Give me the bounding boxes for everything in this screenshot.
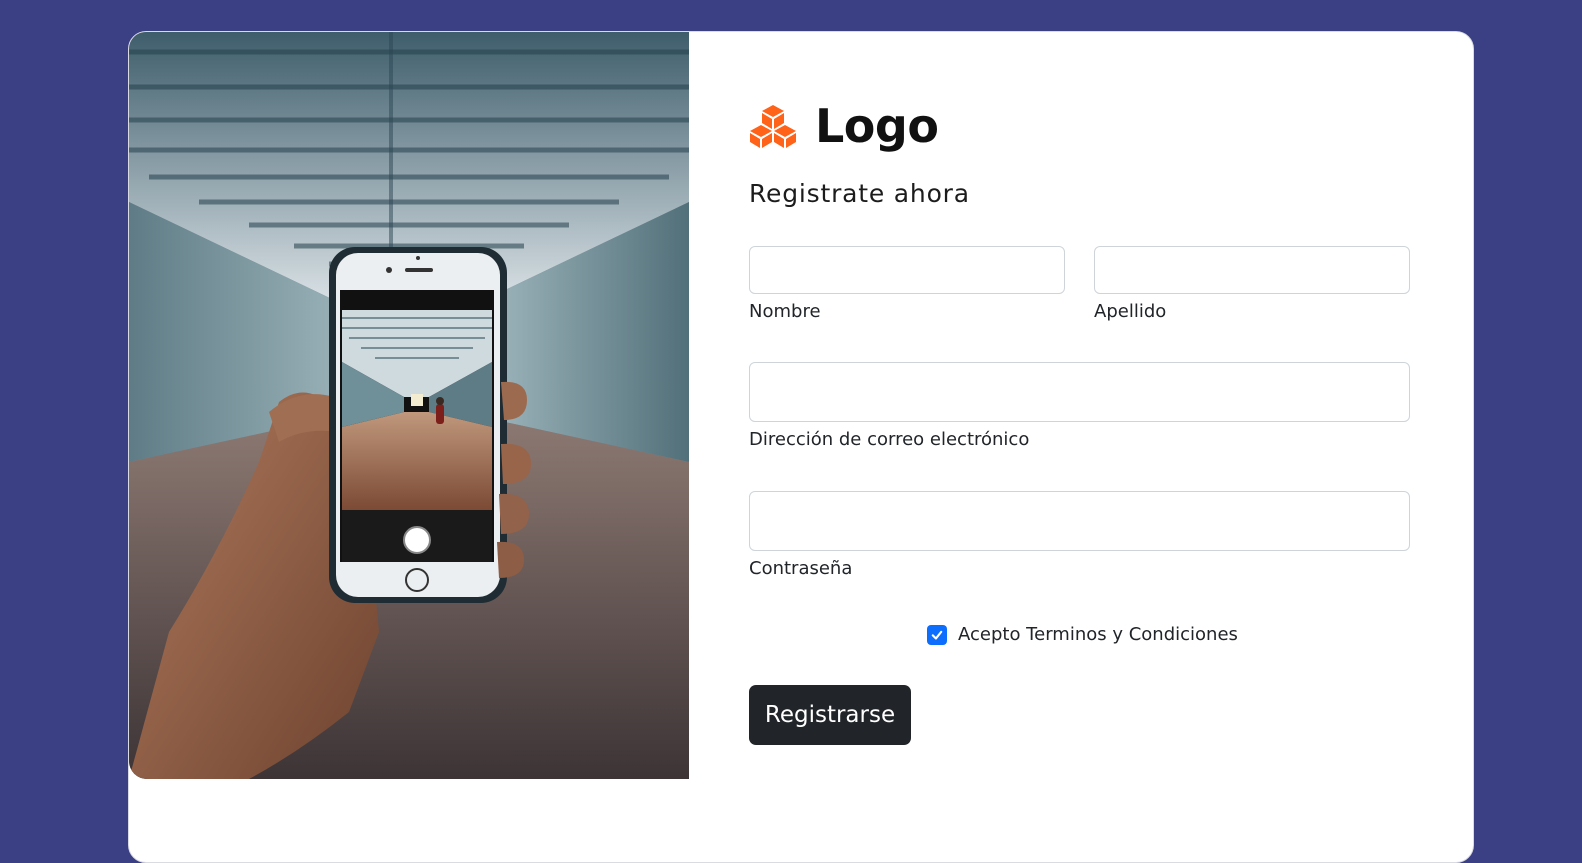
terms-label[interactable]: Acepto Terminos y Condiciones — [958, 624, 1238, 645]
form-subtitle: Registrate ahora — [749, 179, 970, 208]
nombre-field-group: Nombre — [749, 246, 1065, 322]
password-label: Contraseña — [749, 558, 853, 579]
email-field-group: Dirección de correo electrónico — [749, 362, 1410, 450]
register-button[interactable]: Registrarse — [749, 685, 911, 745]
apellido-field-group: Apellido — [1094, 246, 1410, 322]
nombre-label: Nombre — [749, 301, 821, 322]
cubes-icon — [749, 103, 797, 149]
register-form: Logo Registrate ahora Nombre Apellido Di… — [749, 32, 1413, 832]
apellido-input[interactable] — [1094, 246, 1410, 294]
brand-name: Logo — [815, 99, 939, 153]
check-icon — [931, 630, 943, 640]
nombre-input[interactable] — [749, 246, 1065, 294]
register-card: Logo Registrate ahora Nombre Apellido Di… — [128, 31, 1474, 863]
hero-photo — [129, 32, 689, 779]
terms-row: Acepto Terminos y Condiciones — [927, 624, 1238, 645]
password-field-group: Contraseña — [749, 491, 1410, 579]
terms-checkbox[interactable] — [927, 624, 947, 645]
apellido-label: Apellido — [1094, 301, 1167, 322]
password-input[interactable] — [749, 491, 1410, 551]
email-input[interactable] — [749, 362, 1410, 422]
phone-in-hand-photo — [129, 32, 689, 779]
brand: Logo — [749, 98, 939, 154]
email-label: Dirección de correo electrónico — [749, 429, 1030, 450]
